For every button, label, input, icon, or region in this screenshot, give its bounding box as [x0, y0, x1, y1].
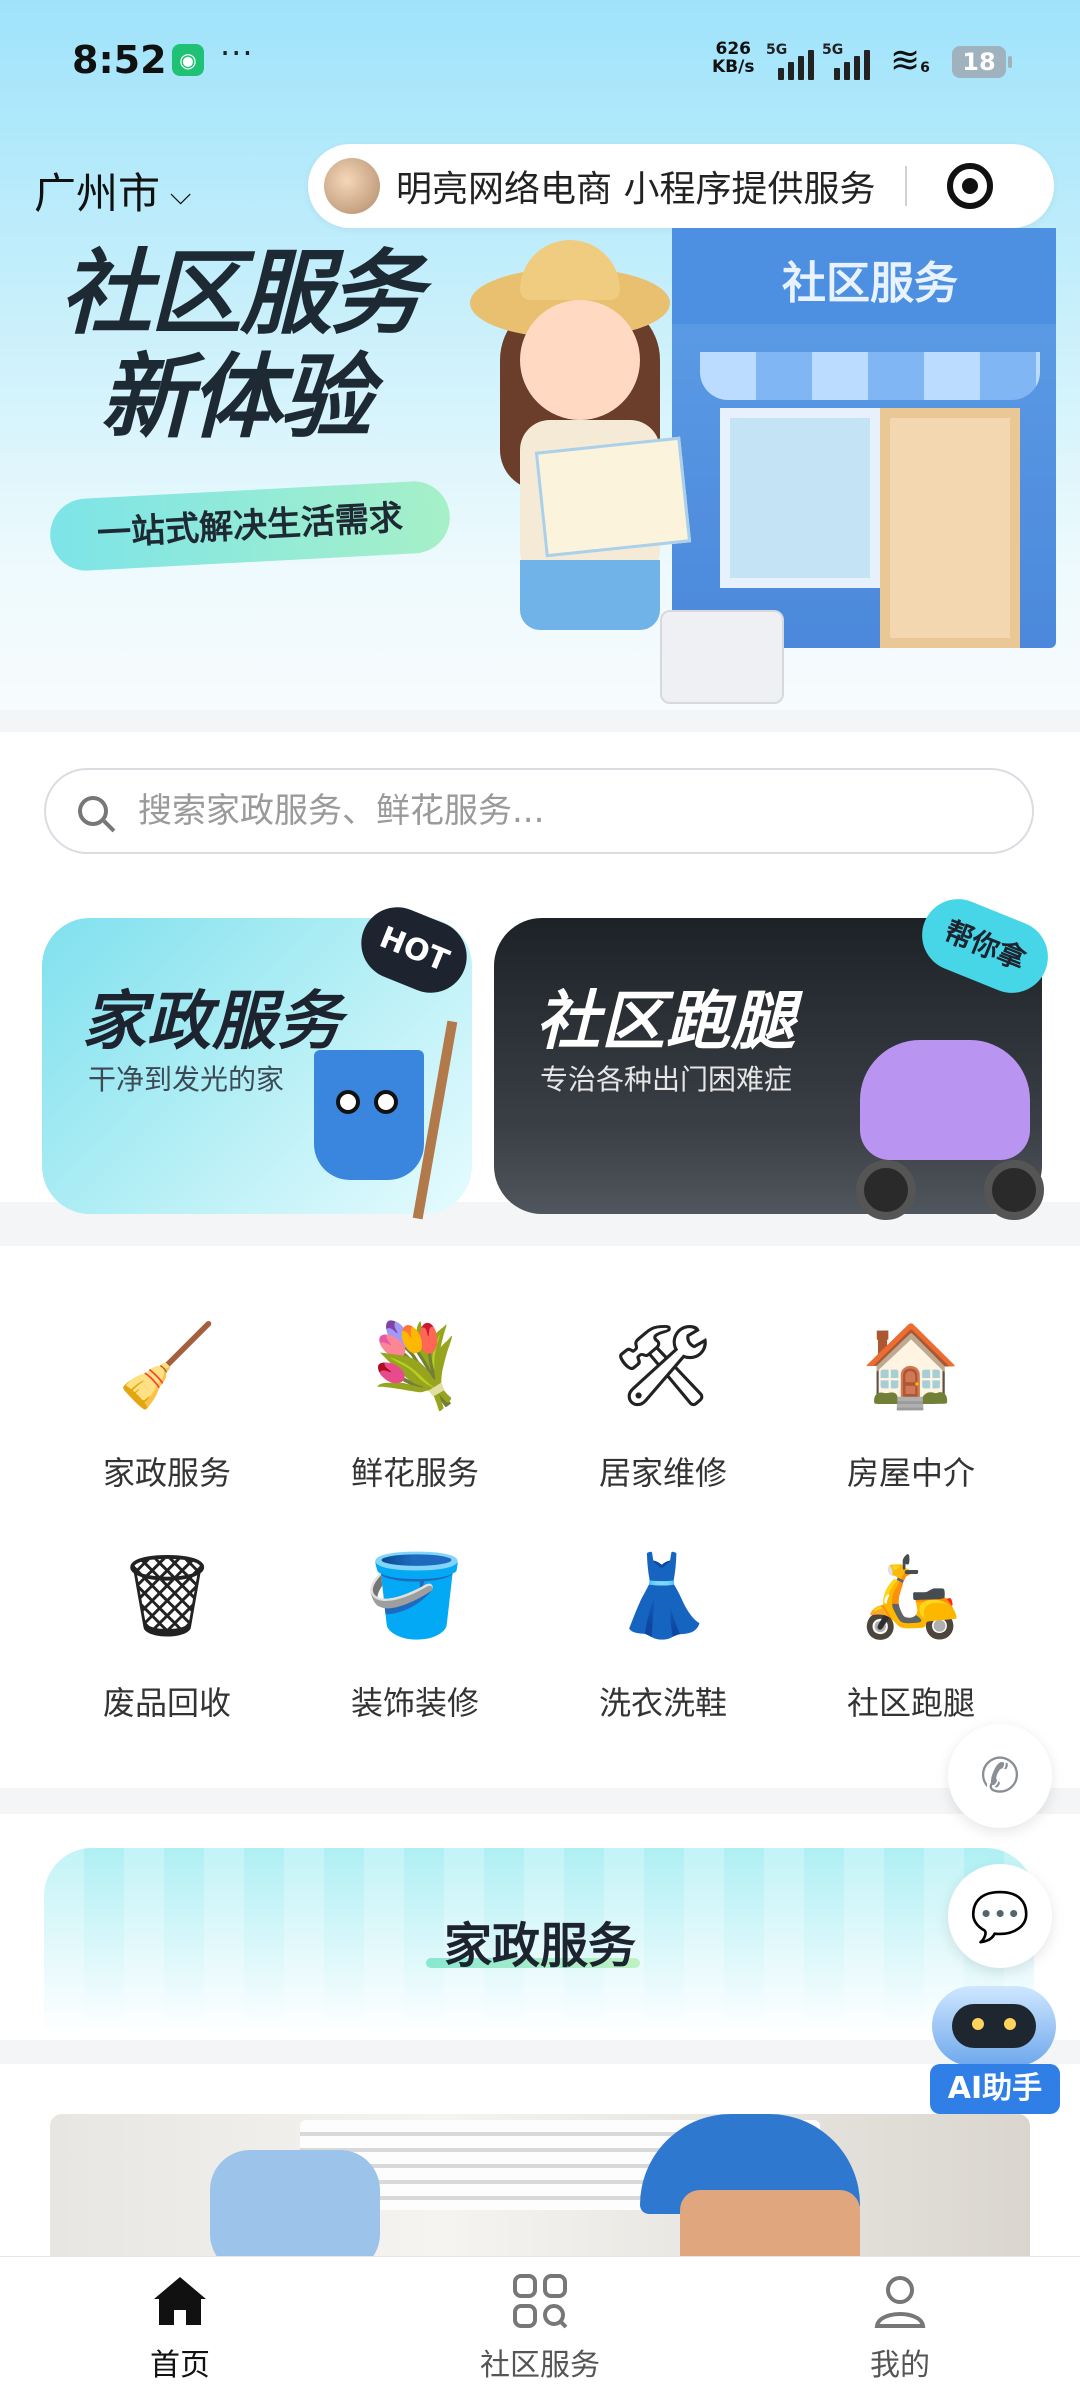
network-speed: 626 KB/s: [712, 40, 754, 76]
chevron-down-icon: ⌵: [170, 177, 192, 211]
category-label: 鲜花服务: [350, 1454, 479, 1492]
hero-title-line1: 社区服务: [60, 240, 422, 347]
category-recycling[interactable]: 🗑 废品回收: [42, 1536, 292, 1736]
category-label: 装饰装修: [350, 1684, 479, 1722]
category-label: 房屋中介: [846, 1454, 975, 1492]
status-time: 8:52: [72, 38, 167, 82]
hero-title-line2: 新体验: [100, 344, 372, 451]
city-label: 广州市: [34, 169, 161, 218]
scooter-mascot-icon: [860, 1040, 1030, 1160]
provider-avatar: [324, 158, 380, 214]
map-illustration: [534, 436, 692, 558]
mini-program-provider: 明亮网络电商 小程序提供服务: [396, 169, 876, 210]
user-icon: [720, 2270, 1080, 2332]
tab-label: 社区服务: [480, 2348, 600, 2383]
tab-label: 我的: [870, 2348, 930, 2383]
category-label: 家政服务: [102, 1454, 231, 1492]
wifi-sub: 6: [920, 60, 930, 76]
app-notification-icon: ◉: [172, 44, 204, 76]
bucket-mascot-icon: [314, 1050, 424, 1180]
network-type: 5G: [766, 42, 788, 58]
scooter-wheel: [856, 1160, 916, 1220]
ai-robot-eye: [972, 2018, 984, 2030]
network-speed-value: 626: [715, 39, 751, 59]
ai-assistant-button[interactable]: AI助手: [930, 2064, 1060, 2114]
battery-icon: 18: [952, 46, 1012, 78]
paint-bucket-icon: 🪣: [365, 1549, 465, 1642]
dress-icon: 👗: [613, 1549, 713, 1642]
category-label: 洗衣洗鞋: [598, 1684, 727, 1722]
feature-card-subtitle: 专治各种出门困难症: [540, 1063, 793, 1096]
category-real-estate[interactable]: 🏠 房屋中介: [786, 1306, 1036, 1506]
suitcase-illustration: [660, 610, 784, 704]
city-selector[interactable]: 广州市 ⌵: [34, 160, 191, 221]
tab-home[interactable]: 首页: [0, 2270, 360, 2390]
girl-shorts: [520, 560, 660, 630]
category-home-service[interactable]: 🧹 家政服务: [42, 1306, 292, 1506]
network-speed-unit: KB/s: [712, 57, 755, 77]
scooter-wheel: [984, 1160, 1044, 1220]
grid-search-icon: [360, 2270, 720, 2332]
ai-robot-eye: [1004, 2018, 1016, 2030]
category-repair[interactable]: 🛠 居家维修: [538, 1306, 788, 1506]
store-door: [880, 408, 1020, 648]
category-laundry[interactable]: 👗 洗衣洗鞋: [538, 1536, 788, 1736]
mascot-eye: [374, 1090, 398, 1114]
tab-profile[interactable]: 我的: [720, 2270, 1080, 2390]
wrench-screwdriver-icon: 🛠: [612, 1319, 714, 1412]
feature-card-title: 家政服务: [82, 985, 342, 1059]
mini-program-capsule[interactable]: 明亮网络电商 小程序提供服务: [308, 144, 1054, 228]
tab-label: 首页: [150, 2348, 210, 2383]
chat-icon[interactable]: 💬: [948, 1864, 1052, 1968]
scooter-icon: 🛵: [861, 1549, 961, 1642]
tab-community-service[interactable]: 社区服务: [360, 2270, 720, 2390]
search-icon: [78, 796, 108, 826]
feature-card-subtitle: 干净到发光的家: [88, 1063, 285, 1096]
wifi-icon: ≋6: [890, 40, 930, 81]
home-icon: [0, 2270, 360, 2332]
mascot-eye: [336, 1090, 360, 1114]
store-awning: [700, 352, 1040, 400]
house-icon: 🏠: [861, 1319, 961, 1412]
status-more-icon: ···: [220, 34, 254, 72]
search-input[interactable]: [136, 790, 940, 832]
trash-bin-icon: 🗑: [116, 1549, 218, 1642]
category-label: 废品回收: [102, 1684, 231, 1722]
hero-title: 社区服务 新体验: [60, 240, 422, 451]
feature-card-title: 社区跑腿: [536, 985, 796, 1059]
flower-bouquet-icon: 💐: [365, 1319, 465, 1412]
girl-face: [520, 300, 640, 420]
store-sign: 社区服务: [782, 258, 958, 309]
store-window: [720, 408, 880, 588]
signal-icon-2: 5G: [822, 42, 870, 80]
category-label: 社区跑腿: [846, 1684, 975, 1722]
cleaning-tools-icon: 🧹: [117, 1319, 217, 1412]
category-errand[interactable]: 🛵 社区跑腿: [786, 1536, 1036, 1736]
ai-robot-face: [952, 2004, 1036, 2048]
phone-icon[interactable]: ✆: [948, 1724, 1052, 1828]
search-bar[interactable]: [44, 768, 1034, 854]
category-label: 居家维修: [598, 1454, 727, 1492]
section-title: 家政服务: [443, 1918, 636, 1974]
signal-icon: 5G: [766, 42, 814, 80]
close-target-icon[interactable]: [947, 163, 994, 209]
network-type-2: 5G: [822, 42, 844, 58]
category-decoration[interactable]: 🪣 装饰装修: [290, 1536, 540, 1736]
capsule-divider: [905, 166, 908, 206]
category-flower[interactable]: 💐 鲜花服务: [290, 1306, 540, 1506]
